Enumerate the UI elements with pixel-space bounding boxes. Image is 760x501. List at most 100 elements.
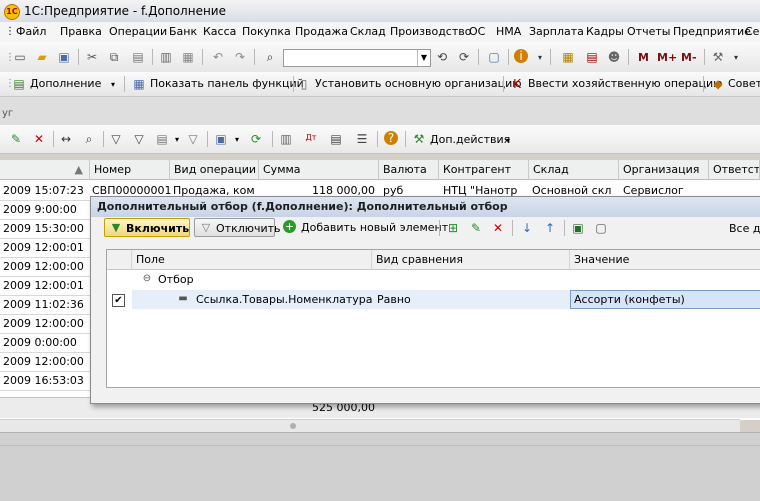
calendar-icon[interactable]: ▤ [584, 49, 600, 65]
list-settings-icon[interactable]: ☰ [354, 131, 370, 147]
paste-icon[interactable]: ▤ [130, 49, 146, 65]
scroll-thumb[interactable] [290, 423, 296, 429]
disable-button[interactable]: ▽ Отключить [194, 218, 281, 237]
filter-history-icon[interactable]: ▤ [154, 131, 170, 147]
menu-bank[interactable]: Банк [169, 25, 197, 38]
check-all-icon[interactable]: ▣ [570, 220, 586, 236]
delete-icon[interactable]: ✕ [31, 131, 47, 147]
set-main-org-button[interactable]: Установить основную организацию [315, 77, 522, 90]
find-prev-icon[interactable]: ⟳ [456, 49, 472, 65]
horizontal-scrollbar[interactable] [0, 419, 740, 432]
menu-sales[interactable]: Продажа [295, 25, 348, 38]
date-cell[interactable]: 2009 0:00:00 [3, 333, 77, 352]
filter-comparison-value[interactable]: Равно [377, 290, 411, 309]
collapse-group-icon[interactable]: ⊖ [139, 271, 155, 287]
memory-mplus-button[interactable]: М+ [657, 51, 677, 64]
open-folder-icon[interactable]: ▰ [34, 49, 50, 65]
date-cell[interactable]: 2009 12:00:00 [3, 352, 84, 371]
column-header-field[interactable]: Поле [132, 250, 372, 270]
debit-credit-icon[interactable]: Дт [303, 130, 319, 146]
date-column-header[interactable]: ▲ [0, 160, 90, 180]
filter-field-value[interactable]: Ссылка.Товары.Номенклатура [196, 290, 372, 309]
menu-reports[interactable]: Отчеты [627, 25, 670, 38]
all-actions-button[interactable]: Все де [729, 222, 760, 235]
edit-icon[interactable]: ✎ [468, 220, 484, 236]
calculator-icon[interactable]: ▦ [560, 49, 576, 65]
menu-file[interactable]: Файл [16, 25, 46, 38]
users-icon[interactable]: ☻ [606, 49, 622, 65]
chevron-down-icon[interactable]: ▾ [105, 77, 121, 93]
move-down-icon[interactable]: ↓ [519, 220, 535, 236]
date-cell[interactable]: 2009 15:30:00 [3, 219, 84, 238]
filter-icon[interactable]: ▽ [108, 131, 124, 147]
settings-tools-icon[interactable]: ⚒ [710, 49, 726, 65]
column-header-responsible[interactable]: Ответств [709, 160, 760, 180]
column-header-number[interactable]: Номер [90, 160, 170, 180]
menu-hr[interactable]: Кадры [586, 25, 624, 38]
menu-purchase[interactable]: Покупка [242, 25, 291, 38]
chevron-down-icon[interactable]: ▼ [417, 50, 430, 66]
refresh-icon[interactable]: ⟳ [248, 131, 264, 147]
date-cell[interactable]: 2009 16:53:03 [3, 371, 84, 390]
enable-button[interactable]: ▼ Включить [104, 218, 190, 237]
column-header-contractor[interactable]: Контрагент [439, 160, 529, 180]
menu-fixed-assets[interactable]: ОС [469, 25, 485, 38]
date-cell[interactable]: 2009 11:02:36 [3, 295, 84, 314]
print-preview-icon[interactable]: ▦ [180, 49, 196, 65]
date-cell[interactable]: 2009 12:00:01 [3, 276, 84, 295]
date-cell[interactable]: 2009 12:00:00 [3, 314, 84, 333]
filter-by-value-icon[interactable]: ▽ [131, 131, 147, 147]
help-icon[interactable]: ? [384, 131, 398, 145]
chevron-down-icon[interactable]: ▾ [229, 132, 245, 148]
filter-row-checkbox[interactable]: ✔ [112, 294, 125, 307]
column-header-operation[interactable]: Вид операции [170, 160, 259, 180]
uncheck-all-icon[interactable]: ▢ [593, 220, 609, 236]
column-header-sum[interactable]: Сумма [259, 160, 379, 180]
add-group-icon[interactable]: ⊞ [445, 220, 461, 236]
chevron-down-icon[interactable]: ▾ [532, 50, 548, 66]
chevron-down-icon[interactable]: ▾ [500, 133, 516, 149]
menu-service[interactable]: Се [745, 25, 759, 38]
cut-icon[interactable]: ✂ [84, 49, 100, 65]
menu-enterprise[interactable]: Предприятие [673, 25, 751, 38]
menu-production[interactable]: Производство [390, 25, 471, 38]
move-up-icon[interactable]: ↑ [542, 220, 558, 236]
save-icon[interactable]: ▣ [56, 49, 72, 65]
date-cell[interactable]: 2009 12:00:01 [3, 238, 84, 257]
copy-icon[interactable]: ⧉ [106, 49, 122, 65]
menu-cash[interactable]: Касса [203, 25, 236, 38]
date-cell[interactable]: 2009 15:07:23 [3, 181, 84, 200]
menu-intangibles[interactable]: НМА [496, 25, 521, 38]
column-header-organization[interactable]: Организация [619, 160, 709, 180]
chevron-down-icon[interactable]: ▾ [728, 50, 744, 66]
memory-m-button[interactable]: М [638, 51, 649, 64]
windows-icon[interactable]: ▢ [486, 49, 502, 65]
search-input[interactable]: ▼ [283, 49, 431, 67]
clear-filter-icon[interactable]: ▽ [185, 131, 201, 147]
menu-edit[interactable]: Правка [60, 25, 102, 38]
dopolnenie-menu-button[interactable]: Дополнение [30, 77, 101, 90]
date-cell[interactable]: 2009 9:00:00 [3, 200, 77, 219]
print-icon[interactable]: ▥ [278, 131, 294, 147]
chevron-down-icon[interactable]: ▾ [169, 132, 185, 148]
show-panel-button[interactable]: Показать панель функций [150, 77, 304, 90]
structure-icon[interactable]: ▣ [213, 131, 229, 147]
add-element-button[interactable]: Добавить новый элемент [301, 221, 448, 234]
filter-value-text[interactable]: Ассорти (конфеты) [574, 290, 685, 309]
delete-icon[interactable]: ✕ [490, 220, 506, 236]
advice-button[interactable]: Советы [728, 77, 760, 90]
extra-actions-button[interactable]: Доп.действия [430, 133, 510, 146]
find-icon[interactable]: ⌕ [81, 131, 97, 147]
column-header-warehouse[interactable]: Склад [529, 160, 619, 180]
add-icon[interactable]: + [283, 220, 296, 233]
column-header-currency[interactable]: Валюта [379, 160, 439, 180]
new-document-icon[interactable]: ▭ [12, 49, 28, 65]
print-icon[interactable]: ▥ [158, 49, 174, 65]
menu-operations[interactable]: Операции [109, 25, 167, 38]
menu-salary[interactable]: Зарплата [529, 25, 584, 38]
undo-icon[interactable]: ↶ [210, 49, 226, 65]
info-icon[interactable]: i [514, 49, 528, 63]
redo-icon[interactable]: ↷ [232, 49, 248, 65]
search-icon[interactable]: ⌕ [262, 49, 278, 65]
date-cell[interactable]: 2009 12:00:00 [3, 257, 84, 276]
